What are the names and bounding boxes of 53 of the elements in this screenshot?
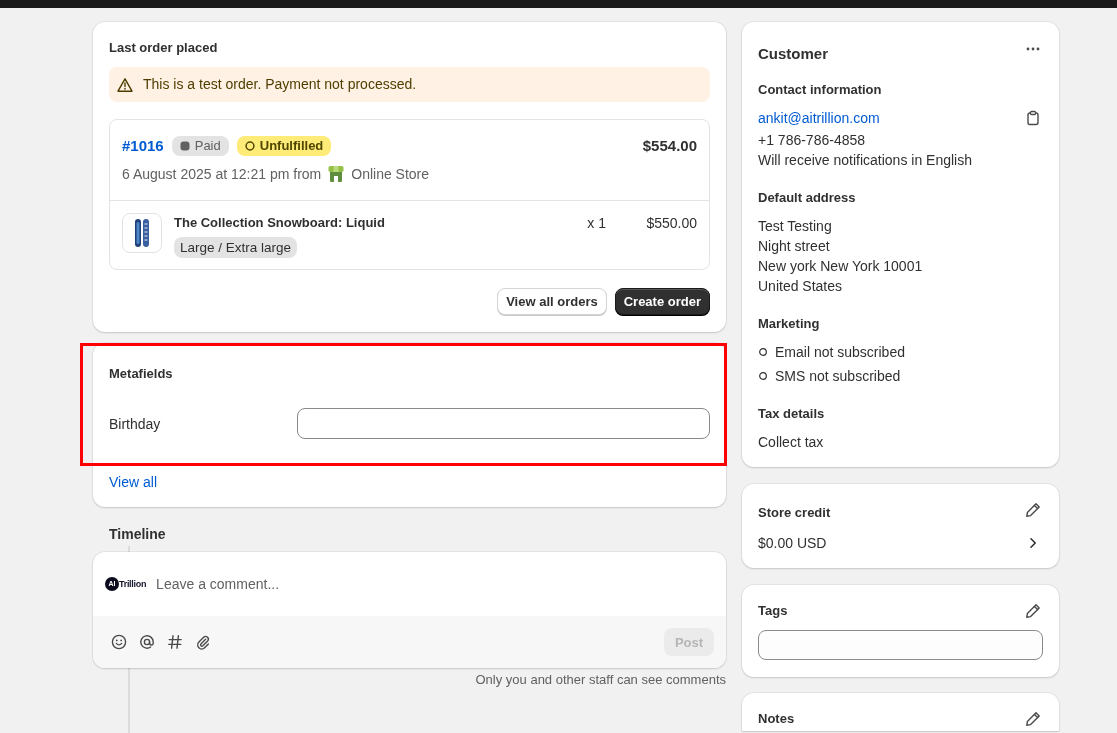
smiley-icon[interactable] xyxy=(111,634,127,650)
email-link[interactable]: ankit@aitrillion.com xyxy=(758,108,880,128)
card-title: Metafields xyxy=(109,365,173,383)
ring-icon xyxy=(244,141,255,151)
address-line: New york New York 10001 xyxy=(758,257,923,276)
marketing-status: Email not subscribed xyxy=(775,343,905,362)
card-title: Store credit xyxy=(758,504,831,522)
address-line: Test Testing xyxy=(758,217,832,236)
at-sign-icon[interactable] xyxy=(139,634,155,650)
marketing-status: SMS not subscribed xyxy=(775,367,901,386)
hashtag-icon[interactable] xyxy=(167,634,183,650)
section-title: Marketing xyxy=(758,315,820,333)
card-title: Notes xyxy=(758,710,795,728)
pencil-icon[interactable] xyxy=(1025,711,1041,727)
order-number-link[interactable]: #1016 xyxy=(122,136,164,156)
status-text: Unfulfilled xyxy=(259,137,324,155)
tax-setting: Collect tax xyxy=(758,433,824,452)
storefront-icon xyxy=(327,165,346,183)
order-total: $554.00 xyxy=(642,136,697,156)
section-title: Timeline xyxy=(109,525,166,544)
warning-text: This is a test order. Payment not processed. xyxy=(143,75,417,94)
card-title: Tags xyxy=(758,602,788,620)
product-title: The Collection Snowboard: Liquid xyxy=(174,214,385,232)
store-credit-amount: $0.00 USD xyxy=(758,534,827,553)
metafield-input[interactable] xyxy=(297,408,710,439)
variant-tag: Large / Extra large xyxy=(174,237,298,258)
warning-icon xyxy=(117,76,133,93)
product-thumbnail xyxy=(122,213,162,253)
card-title: Last order placed xyxy=(109,39,218,57)
pencil-icon[interactable] xyxy=(1025,603,1041,619)
status-text: Paid xyxy=(194,137,221,155)
view-all-link[interactable]: View all xyxy=(109,472,157,492)
order-date: 6 August 2025 at 12:21 pm from xyxy=(122,165,322,184)
address-line: United States xyxy=(758,277,843,296)
notification-language: Will receive notifications in English xyxy=(758,151,972,170)
item-quantity: x 1 xyxy=(587,214,606,233)
phone-number: +1 786-786-4858 xyxy=(758,131,866,150)
sales-channel: Online Store xyxy=(351,165,430,184)
visibility-note: Only you and other staff can see comments xyxy=(475,671,726,689)
create-order-button[interactable]: Create order xyxy=(614,288,710,315)
section-title: Default address xyxy=(758,189,856,207)
card-title: Customer xyxy=(758,44,828,64)
pencil-icon[interactable] xyxy=(1025,502,1041,518)
field-label: Birthday xyxy=(109,414,162,434)
address-line: Night street xyxy=(758,237,830,256)
tags-input[interactable] xyxy=(758,630,1043,660)
section-title: Tax details xyxy=(758,405,825,423)
paperclip-icon[interactable] xyxy=(195,634,211,650)
view-orders-button[interactable]: View all orders xyxy=(497,288,607,315)
item-price: $550.00 xyxy=(646,214,697,233)
comment-input[interactable]: Leave a comment... xyxy=(156,572,714,596)
clipboard-icon[interactable] xyxy=(1025,110,1041,126)
section-title: Contact information xyxy=(758,81,882,99)
